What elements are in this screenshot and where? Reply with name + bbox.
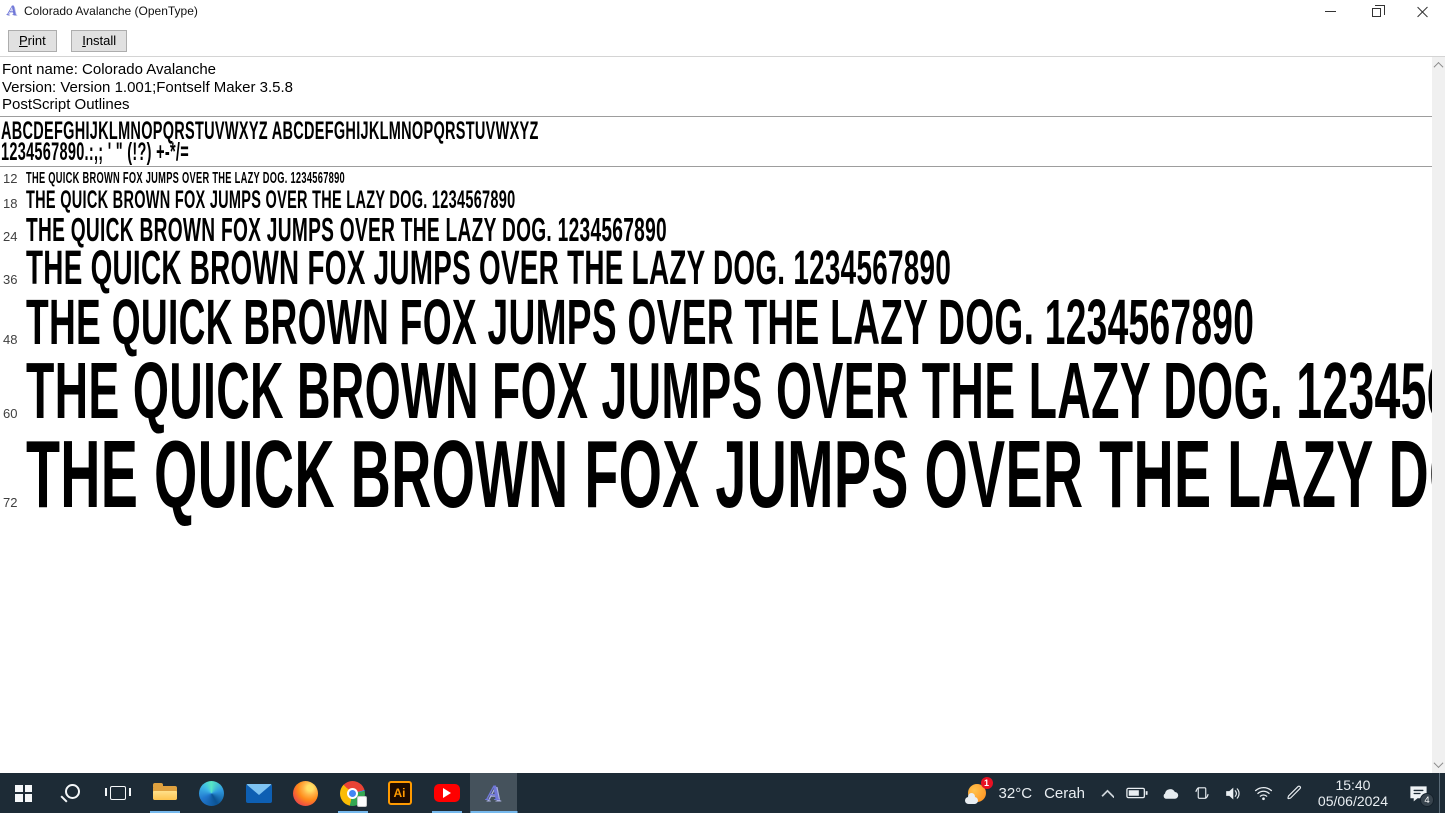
weather-condition: Cerah — [1044, 784, 1085, 802]
minimize-button[interactable] — [1307, 0, 1353, 22]
hidden-icons-button[interactable] — [1095, 773, 1120, 813]
weather-temperature: 32°C — [998, 784, 1033, 802]
font-viewer-app-icon: A — [7, 2, 18, 19]
windows-logo-icon — [15, 784, 32, 802]
weather-widget[interactable]: 1 32°C Cerah — [955, 773, 1095, 813]
restore-button[interactable] — [1353, 0, 1399, 22]
character-set: ABCDEFGHIJKLMNOPQRSTUVWXYZ ABCDEFGHIJKLM… — [0, 117, 1432, 166]
font-version-line: Version: Version 1.001;Fontself Maker 3.… — [2, 78, 293, 96]
size-label: 24 — [3, 228, 18, 244]
notification-badge: 4 — [1420, 793, 1434, 807]
taskbar-item-illustrator[interactable]: Ai — [376, 773, 423, 813]
taskbar-item-mail[interactable] — [235, 773, 282, 813]
firefox-icon — [293, 780, 318, 806]
sample-text-72: THE QUICK BROWN FOX JUMPS OVER THE LAZY … — [26, 420, 1432, 528]
wifi-indicator[interactable] — [1248, 773, 1279, 813]
start-button[interactable] — [0, 773, 47, 813]
youtube-icon — [433, 784, 460, 802]
size-label: 18 — [3, 195, 18, 211]
sample-row-48: 48 THE QUICK BROWN FOX JUMPS OVER THE LA… — [0, 285, 1432, 358]
sample-text-60: THE QUICK BROWN FOX JUMPS OVER THE LAZY … — [26, 345, 1432, 435]
clock-date: 05/06/2024 — [1317, 793, 1388, 809]
size-label: 12 — [3, 170, 18, 186]
windows-ink-button[interactable] — [1279, 773, 1309, 813]
sample-row-18: 18 THE QUICK BROWN FOX JUMPS OVER THE LA… — [0, 185, 1432, 214]
screen-sync-indicator[interactable] — [1187, 773, 1217, 813]
search-icon — [64, 784, 80, 799]
sample-row-72: 72 THE QUICK BROWN FOX JUMPS OVER THE LA… — [0, 420, 1432, 528]
system-tray: 1 32°C Cerah 15:40 05/06/2024 4 — [955, 773, 1445, 813]
taskbar-item-chrome[interactable] — [329, 773, 376, 813]
size-label: 48 — [3, 331, 18, 347]
file-explorer-icon — [152, 782, 178, 803]
window-title: Colorado Avalanche (OpenType) — [24, 4, 198, 18]
font-preview-main: Font name: Colorado Avalanche Version: V… — [0, 57, 1432, 773]
font-preview-area: Font name: Colorado Avalanche Version: V… — [0, 57, 1445, 773]
sample-row-60: 60 THE QUICK BROWN FOX JUMPS OVER THE LA… — [0, 345, 1432, 435]
close-icon — [1417, 6, 1428, 17]
font-viewer-icon: A — [486, 780, 501, 805]
taskbar: Ai A 1 32°C Cerah 15:40 05/06/2024 4 — [0, 773, 1445, 813]
sample-text-48: THE QUICK BROWN FOX JUMPS OVER THE LAZY … — [26, 285, 1255, 358]
battery-icon — [1126, 787, 1148, 799]
chevron-down-icon — [1433, 758, 1444, 769]
window-controls — [1307, 0, 1445, 22]
font-outline-line: PostScript Outlines — [2, 96, 130, 113]
clock-widget[interactable]: 15:40 05/06/2024 — [1309, 773, 1397, 813]
charset-symbols: 1234567890.:,; ' " (!?) +-*/= — [1, 137, 189, 166]
taskbar-search-button[interactable] — [47, 773, 94, 813]
chevron-up-icon — [1433, 61, 1444, 72]
mail-icon — [245, 783, 272, 803]
taskbar-item-firefox[interactable] — [282, 773, 329, 813]
size-label: 36 — [3, 271, 18, 287]
screen-sync-icon — [1195, 787, 1209, 799]
print-button[interactable]: Print — [8, 30, 57, 52]
install-button[interactable]: Install — [71, 30, 128, 52]
sample-text-18: THE QUICK BROWN FOX JUMPS OVER THE LAZY … — [26, 185, 516, 214]
edge-icon — [199, 780, 224, 806]
taskbar-item-edge[interactable] — [188, 773, 235, 813]
task-view-button[interactable] — [94, 773, 141, 813]
notification-center-button[interactable]: 4 — [1397, 773, 1439, 813]
taskbar-item-file-explorer[interactable] — [141, 773, 188, 813]
font-name-line: Font name: Colorado Avalanche — [2, 61, 217, 78]
font-metadata: Font name: Colorado Avalanche Version: V… — [0, 57, 1432, 116]
illustrator-icon: Ai — [387, 781, 412, 805]
chrome-icon — [340, 780, 367, 807]
toolbar: Print Install — [0, 22, 1445, 57]
battery-indicator[interactable] — [1120, 773, 1154, 813]
close-button[interactable] — [1399, 0, 1445, 22]
size-label: 60 — [3, 405, 18, 421]
volume-control[interactable] — [1217, 773, 1248, 813]
vertical-scrollbar[interactable] — [1432, 57, 1445, 773]
taskbar-item-font-viewer[interactable]: A — [470, 773, 517, 813]
onedrive-indicator[interactable] — [1154, 773, 1187, 813]
show-desktop-button[interactable] — [1439, 773, 1445, 813]
task-view-icon — [104, 786, 131, 800]
restore-icon — [1371, 4, 1385, 17]
font-viewer-window: A Colorado Avalanche (OpenType) Print In… — [0, 0, 1445, 813]
minimize-icon — [1324, 10, 1336, 12]
title-bar: A Colorado Avalanche (OpenType) — [0, 0, 1445, 22]
chevron-up-icon — [1101, 789, 1114, 798]
weather-badge: 1 — [980, 777, 993, 789]
taskbar-item-youtube[interactable] — [423, 773, 470, 813]
wifi-icon — [1254, 787, 1272, 801]
weather-sun-icon: 1 — [964, 777, 993, 806]
size-label: 72 — [3, 494, 18, 510]
clock-time: 15:40 — [1335, 777, 1371, 793]
speaker-icon — [1226, 787, 1240, 799]
chrome-overlay-badge — [357, 795, 367, 807]
scroll-down-button[interactable] — [1432, 756, 1445, 773]
pen-icon — [1287, 785, 1301, 800]
sample-text-block: 12 THE QUICK BROWN FOX JUMPS OVER THE LA… — [0, 167, 1432, 528]
cloud-icon — [1163, 789, 1179, 799]
scroll-up-button[interactable] — [1432, 57, 1445, 74]
